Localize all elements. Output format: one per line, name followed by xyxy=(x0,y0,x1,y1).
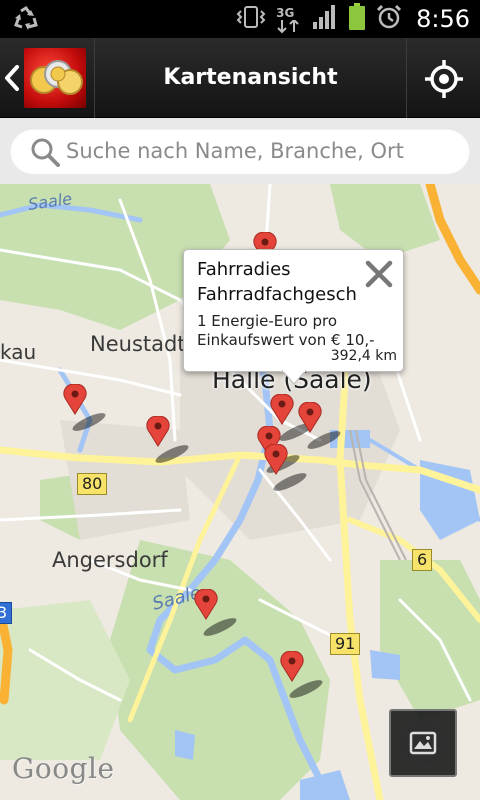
app-root: 3G 8:56 Kartenansicht Suche nach Name, B… xyxy=(0,0,480,800)
battery-icon xyxy=(348,3,366,35)
my-location-icon xyxy=(424,59,464,103)
recycle-icon xyxy=(12,6,40,36)
network-type-label: 3G xyxy=(276,6,295,20)
close-icon[interactable] xyxy=(363,258,395,290)
signal-icon xyxy=(312,4,338,34)
status-bar: 3G 8:56 xyxy=(0,0,480,38)
search-area xyxy=(0,118,480,184)
map-label-neustadt: Neustadt xyxy=(90,332,186,356)
map-layers-icon xyxy=(401,721,445,765)
vibrate-icon xyxy=(236,5,266,33)
3g-data-icon: 3G xyxy=(276,4,302,34)
popup-description-line: 1 Energie-Euro pro xyxy=(197,312,338,330)
alarm-icon xyxy=(376,4,402,34)
popup-distance: 392,4 km xyxy=(330,348,397,364)
clock-time: 8:56 xyxy=(416,5,470,33)
popup-description-line: Einkaufswert von € 10,- xyxy=(197,331,375,349)
popup-business-category: Fahrradfachgesch xyxy=(197,284,357,305)
google-attribution: Google xyxy=(12,752,115,785)
home-up-button[interactable] xyxy=(0,38,95,118)
map-marker[interactable] xyxy=(264,443,324,494)
map-type-button[interactable] xyxy=(389,709,457,777)
page-title: Kartenansicht xyxy=(163,65,338,90)
road-shield-3: 3 xyxy=(0,602,13,624)
map-marker[interactable] xyxy=(146,415,206,466)
map-marker[interactable] xyxy=(63,383,123,434)
search-input[interactable] xyxy=(66,128,456,174)
action-bar: Kartenansicht xyxy=(0,38,480,118)
popup-tail xyxy=(282,370,306,385)
chevron-left-icon xyxy=(4,64,20,96)
marker-info-popup[interactable]: Fahrradies Fahrradfachgesch 1 Energie-Eu… xyxy=(183,249,404,385)
app-logo xyxy=(24,48,86,108)
search-icon xyxy=(30,137,60,171)
search-box[interactable] xyxy=(10,128,470,174)
road-shield-6: 6 xyxy=(412,549,433,571)
map-label-kau: kau xyxy=(0,340,37,364)
my-location-button[interactable] xyxy=(407,38,480,118)
map-marker[interactable] xyxy=(280,650,340,701)
road-shield-80: 80 xyxy=(77,473,108,495)
map-label-angersdorf: Angersdorf xyxy=(52,548,168,572)
popup-business-name: Fahrradies xyxy=(197,259,291,280)
map-marker[interactable] xyxy=(194,588,254,639)
